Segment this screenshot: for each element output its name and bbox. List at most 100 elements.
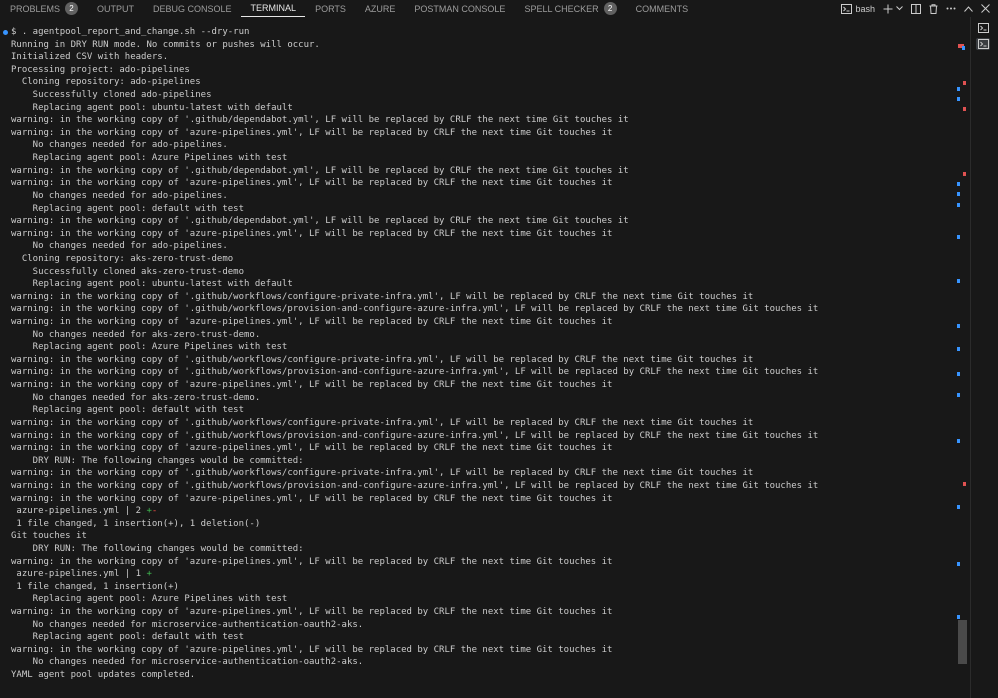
- terminal-line: Replacing agent pool: ubuntu-latest with…: [11, 279, 293, 290]
- terminal-line: warning: in the working copy of '.github…: [11, 165, 629, 176]
- terminal-line: Git touches it: [11, 531, 87, 542]
- terminal-line: warning: in the working copy of 'azure-p…: [11, 127, 613, 138]
- terminal-icon: [977, 39, 989, 49]
- terminal-line: Replacing agent pool: ubuntu-latest with…: [11, 102, 293, 113]
- terminal-line: No changes needed for microservice-authe…: [11, 619, 364, 630]
- split-terminal-button[interactable]: [911, 3, 921, 14]
- tab-postman-console[interactable]: POSTMAN CONSOLE: [404, 0, 514, 17]
- terminal-line: No changes needed for ado-pipelines.: [11, 140, 228, 151]
- chevron-up-icon: [964, 5, 973, 12]
- terminal-line: DRY RUN: The following changes would be …: [11, 543, 304, 554]
- terminal-line: warning: in the working copy of '.github…: [11, 430, 819, 441]
- tab-azure[interactable]: AZURE: [355, 0, 405, 17]
- terminal-line: Replacing agent pool: default with test: [11, 203, 244, 214]
- diff-deletion-mark: -: [151, 506, 158, 517]
- more-icon: [946, 7, 956, 10]
- terminal-instance-2[interactable]: [976, 38, 990, 50]
- scrollbar-thumb[interactable]: [958, 620, 967, 664]
- ruler-mark: [957, 235, 960, 239]
- tab-output[interactable]: OUTPUT: [87, 0, 143, 17]
- terminal-list-panel: [970, 17, 998, 698]
- terminal-line: warning: in the working copy of '.github…: [11, 354, 754, 365]
- terminal-line: Initialized CSV with headers.: [11, 52, 169, 63]
- terminal-icon: [977, 23, 989, 33]
- terminal-icon: [841, 3, 853, 14]
- tab-label: COMMENTS: [635, 3, 689, 14]
- tab-label: OUTPUT: [97, 3, 135, 14]
- tab-debug-console[interactable]: DEBUG CONSOLE: [143, 0, 241, 17]
- terminal-line: Cloning repository: ado-pipelines: [11, 77, 201, 88]
- command-decoration-icon[interactable]: [3, 30, 8, 35]
- terminal-line: azure-pipelines.yml | 1 +: [0, 568, 950, 581]
- terminal-line: No changes needed for aks-zero-trust-dem…: [11, 392, 261, 403]
- new-terminal-button[interactable]: [883, 4, 903, 14]
- terminal-line: warning: in the working copy of 'azure-p…: [11, 178, 613, 189]
- terminal-line: Processing project: ado-pipelines: [11, 64, 190, 75]
- terminal-line: Replacing agent pool: Azure Pipelines wi…: [11, 153, 288, 164]
- terminal-line: No changes needed for ado-pipelines.: [11, 190, 228, 201]
- ruler-mark: [957, 324, 960, 328]
- ruler-mark: [957, 182, 960, 186]
- chevron-down-icon[interactable]: [896, 6, 903, 11]
- terminal-actions: bash: [841, 0, 998, 17]
- terminal-line: No changes needed for ado-pipelines.: [11, 241, 228, 252]
- tab-terminal[interactable]: TERMINAL: [240, 0, 306, 17]
- overview-ruler[interactable]: [956, 17, 968, 698]
- tab-label: POSTMAN CONSOLE: [414, 3, 506, 14]
- more-actions-button[interactable]: [946, 7, 956, 10]
- terminal-line: warning: in the working copy of '.github…: [11, 291, 754, 302]
- ruler-mark: [963, 482, 966, 486]
- tab-ports[interactable]: PORTS: [305, 0, 355, 17]
- ruler-mark: [957, 347, 960, 351]
- ruler-mark: [957, 192, 960, 196]
- ruler-mark: [963, 81, 966, 85]
- terminal-line: Replacing agent pool: default with test: [11, 405, 244, 416]
- count-badge: 2: [65, 2, 79, 15]
- close-panel-button[interactable]: [981, 4, 990, 13]
- terminal-line: $ . agentpool_report_and_change.sh --dry…: [0, 26, 950, 39]
- terminal-line: No changes needed for aks-zero-trust-dem…: [11, 329, 261, 340]
- terminal-line: Replacing agent pool: default with test: [11, 632, 244, 643]
- terminal-line: Replacing agent pool: Azure Pipelines wi…: [11, 594, 288, 605]
- terminal-line: DRY RUN: The following changes would be …: [11, 455, 304, 466]
- terminal-line: warning: in the working copy of 'azure-p…: [11, 556, 613, 567]
- terminal-output[interactable]: $ . agentpool_report_and_change.sh --dry…: [0, 26, 950, 698]
- terminal-line: 1 file changed, 1 insertion(+), 1 deleti…: [11, 518, 261, 529]
- tab-problems[interactable]: PROBLEMS 2: [0, 0, 87, 17]
- tab-comments[interactable]: COMMENTS: [626, 0, 698, 17]
- ruler-mark: [957, 279, 960, 283]
- ruler-mark: [957, 562, 960, 566]
- terminal-line: warning: in the working copy of '.github…: [11, 417, 754, 428]
- terminal-line: warning: in the working copy of 'azure-p…: [11, 443, 613, 454]
- ruler-mark: [957, 505, 960, 509]
- terminal-line: Cloning repository: aks-zero-trust-demo: [11, 253, 234, 264]
- tab-label: AZURE: [364, 3, 396, 14]
- terminal-line: No changes needed for microservice-authe…: [11, 657, 364, 668]
- terminal-line: warning: in the working copy of 'azure-p…: [11, 380, 613, 391]
- maximize-panel-button[interactable]: [964, 5, 973, 12]
- kill-terminal-button[interactable]: [929, 3, 938, 14]
- terminal-line: Successfully cloned ado-pipelines: [11, 90, 212, 101]
- terminal-line: warning: in the working copy of 'azure-p…: [11, 228, 613, 239]
- tab-label: PROBLEMS: [10, 3, 61, 14]
- terminal-line: warning: in the working copy of '.github…: [11, 304, 819, 315]
- terminal-instance-1[interactable]: [976, 22, 990, 34]
- shell-selector[interactable]: bash: [841, 3, 875, 14]
- split-terminal-icon: [911, 3, 921, 14]
- terminal-line: Successfully cloned aks-zero-trust-demo: [11, 266, 244, 277]
- ruler-mark: [957, 439, 960, 443]
- terminal-text: azure-pipelines.yml | 2: [11, 506, 147, 517]
- terminal-line: warning: in the working copy of 'azure-p…: [11, 317, 613, 328]
- terminal-line: warning: in the working copy of 'azure-p…: [11, 644, 613, 655]
- count-badge: 2: [603, 2, 617, 15]
- tab-spell-checker[interactable]: SPELL CHECKER 2: [514, 0, 625, 17]
- terminal-line: warning: in the working copy of '.github…: [11, 216, 629, 227]
- ruler-mark: [957, 393, 960, 397]
- tab-label: DEBUG CONSOLE: [153, 3, 232, 14]
- terminal-line: YAML agent pool updates completed.: [11, 670, 196, 681]
- trash-icon: [929, 3, 938, 14]
- close-icon: [981, 4, 990, 13]
- terminal-line: Replacing agent pool: Azure Pipelines wi…: [11, 342, 288, 353]
- tab-label: SPELL CHECKER: [524, 3, 599, 14]
- terminal-line: warning: in the working copy of '.github…: [11, 480, 819, 491]
